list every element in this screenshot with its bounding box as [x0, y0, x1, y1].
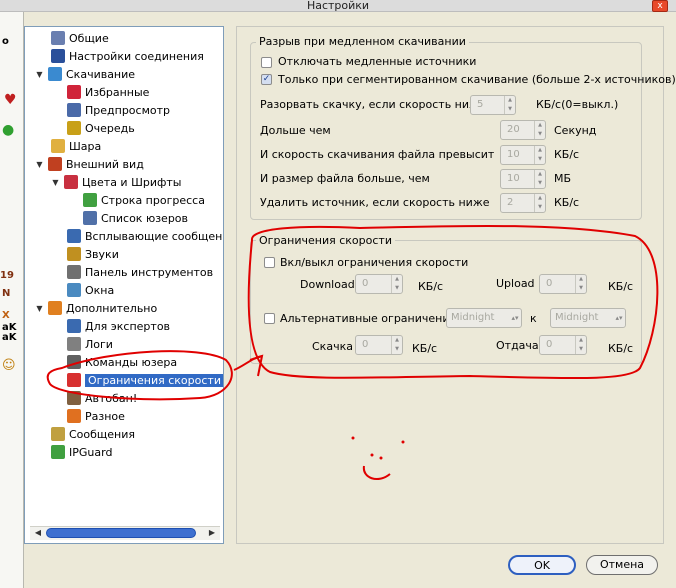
annotation-overlay [46, 224, 659, 481]
annotation-dot [351, 436, 355, 440]
annotation-ellipse-tree-item [46, 350, 233, 401]
annotation-ellipse-limits [247, 224, 659, 380]
annotation-dot [370, 453, 374, 457]
annotation-arrowhead [249, 354, 264, 377]
annotation-dot [401, 440, 405, 444]
annotation-dot [379, 456, 383, 460]
annotation-smile [362, 465, 391, 481]
